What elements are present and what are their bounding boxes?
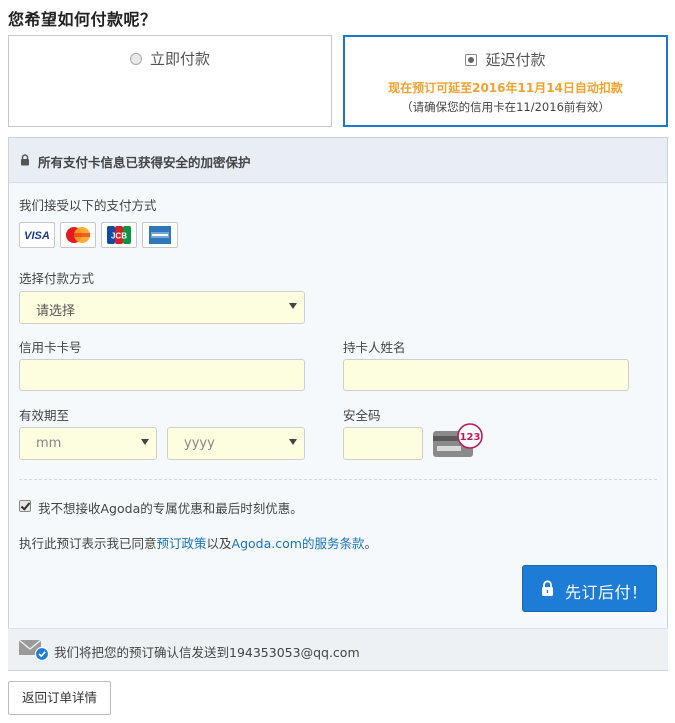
chevron-down-icon — [141, 439, 149, 445]
terms-prefix: 执行此预订表示我已同意 — [19, 536, 157, 551]
lock-icon — [21, 154, 29, 166]
expiry-month-select[interactable]: mm — [19, 427, 157, 460]
card-number-label: 信用卡卡号 — [19, 340, 82, 355]
security-code-input[interactable] — [343, 427, 423, 460]
terms-mid: 以及 — [206, 536, 232, 551]
cardholder-name-label: 持卡人姓名 — [343, 340, 406, 355]
secure-notice-text: 所有支付卡信息已获得安全的加密保护 — [38, 155, 251, 170]
visa-logo: VISA — [19, 222, 55, 248]
pay-now-radio[interactable] — [129, 53, 142, 65]
page-title: 您希望如何付款呢？ — [8, 10, 157, 29]
expiry-year-value: yyyy — [184, 436, 215, 451]
card-validity-note: （请确保您的信用卡在11/2016前有效） — [401, 100, 610, 114]
pay-now-option[interactable]: 立即付款 — [8, 35, 332, 127]
security-code-label: 安全码 — [343, 408, 381, 423]
booking-policy-link[interactable]: 预订政策 — [157, 536, 207, 551]
pay-later-label: 延迟付款 — [485, 51, 546, 69]
checkmark-icon — [20, 500, 31, 511]
book-pay-later-button[interactable]: 先订后付！ — [522, 565, 657, 612]
chevron-down-icon — [289, 303, 297, 309]
expiry-month-value: mm — [36, 436, 62, 451]
cardholder-name-input[interactable] — [343, 359, 629, 391]
pay-now-label: 立即付款 — [149, 50, 210, 68]
payment-method-value: 请选择 — [36, 304, 76, 319]
payment-method-label: 选择付款方式 — [19, 271, 95, 286]
lock-icon — [542, 580, 553, 596]
pay-later-date-note: 现在预订可延至2016年11月14日自动扣款 — [388, 81, 623, 95]
terms-of-service-link[interactable]: Agoda.com的服务条款 — [232, 536, 365, 551]
book-pay-later-label: 先订后付！ — [565, 583, 648, 602]
card-number-input[interactable] — [19, 359, 305, 391]
secure-notice-bar: 所有支付卡信息已获得安全的加密保护 — [9, 138, 667, 183]
jcb-logo: JCB — [101, 222, 137, 248]
cvv-hint-digits: 123 — [460, 432, 481, 443]
back-to-order-details-button[interactable]: 返回订单详情 — [8, 681, 111, 715]
optout-checkbox[interactable] — [19, 500, 31, 512]
pay-later-option[interactable]: 延迟付款 现在预订可延至2016年11月14日自动扣款 （请确保您的信用卡在11… — [343, 35, 668, 127]
cvv-card-icon: 123 — [432, 423, 484, 461]
terms-text: 执行此预订表示我已同意预订政策以及Agoda.com的服务条款。 — [19, 533, 377, 552]
pay-later-radio[interactable] — [465, 54, 478, 66]
chevron-down-icon — [289, 439, 297, 445]
expiry-year-select[interactable]: yyyy — [167, 427, 305, 460]
optout-label: 我不想接收Agoda的专属优惠和最后时刻优惠。 — [38, 501, 303, 516]
svg-text:JCB: JCB — [111, 232, 127, 241]
expiry-label: 有效期至 — [19, 408, 70, 423]
svg-text:VISA: VISA — [24, 230, 50, 242]
amex-logo — [142, 222, 178, 248]
payment-method-select[interactable]: 请选择 — [19, 291, 305, 324]
mastercard-logo — [60, 222, 96, 248]
form-divider — [19, 479, 657, 480]
accepted-methods-label: 我们接受以下的支付方式 — [19, 198, 157, 213]
terms-suffix: 。 — [364, 536, 377, 551]
